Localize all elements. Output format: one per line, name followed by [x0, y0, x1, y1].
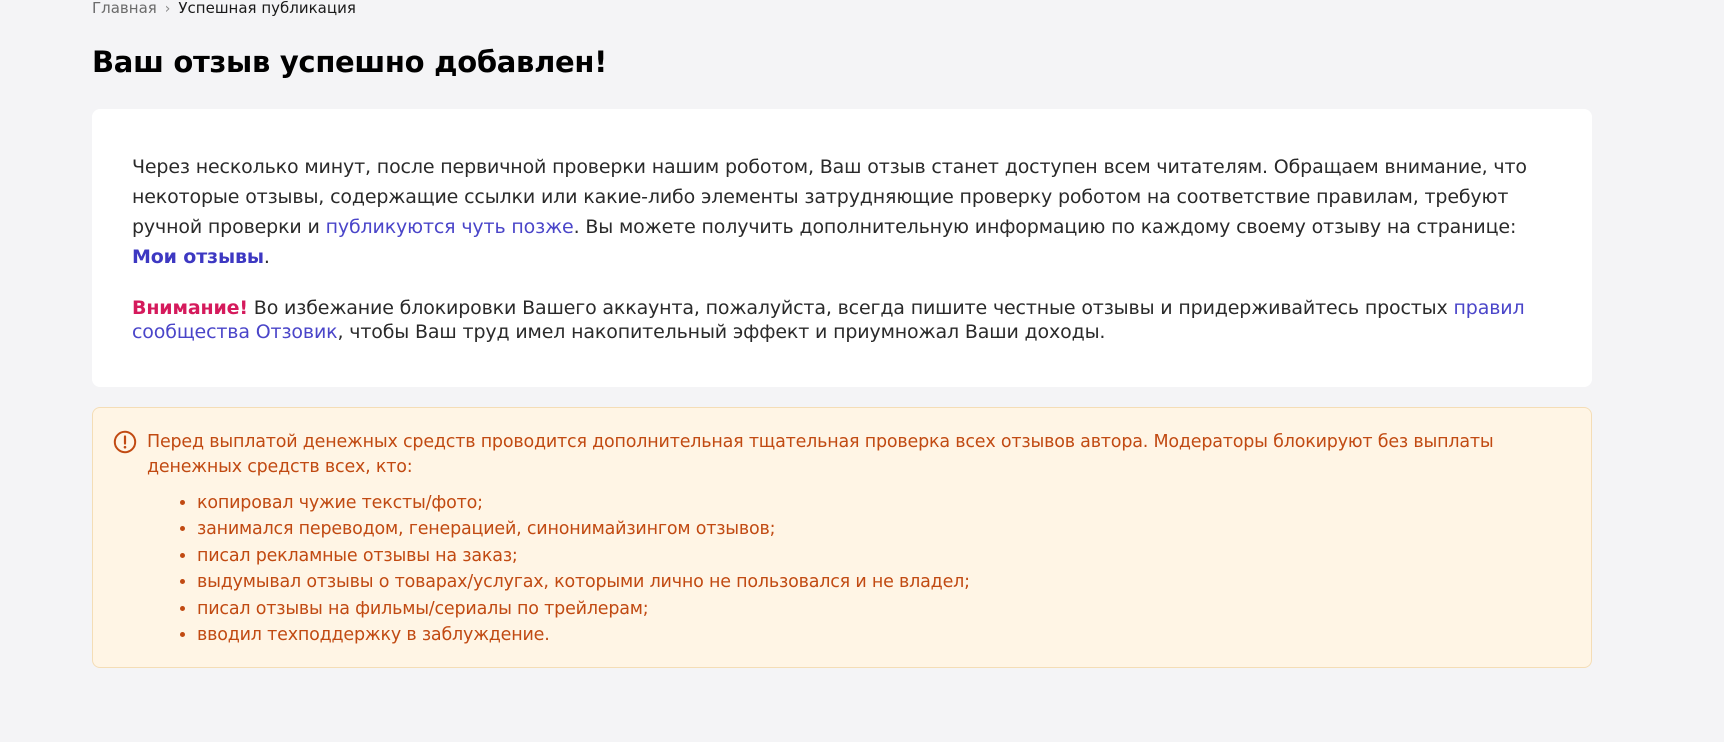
- exclamation-circle-icon: [113, 430, 137, 454]
- my-reviews-link[interactable]: Мои отзывы: [132, 246, 264, 268]
- list-item: вводил техподдержку в заблуждение.: [197, 622, 1551, 648]
- info-card: Через несколько минут, после первичной п…: [92, 109, 1592, 387]
- list-item: писал отзывы на фильмы/сериалы по трейле…: [197, 596, 1551, 622]
- warning-text: Перед выплатой денежных средств проводит…: [147, 432, 1494, 477]
- list-item: писал рекламные отзывы на заказ;: [197, 543, 1551, 569]
- attention-paragraph: Внимание! Во избежание блокировки Вашего…: [132, 296, 1552, 344]
- attention-text-start: Во избежание блокировки Вашего аккаунта,…: [247, 297, 1454, 319]
- violations-list: копировал чужие тексты/фото; занимался п…: [147, 490, 1551, 648]
- attention-text-end: , чтобы Ваш труд имел накопительный эффе…: [337, 321, 1106, 343]
- list-item: копировал чужие тексты/фото;: [197, 490, 1551, 516]
- list-item: выдумывал отзывы о товарах/услугах, кото…: [197, 569, 1551, 595]
- attention-label: Внимание!: [132, 297, 248, 319]
- published-later-link[interactable]: публикуются чуть позже: [326, 216, 574, 238]
- list-item: занимался переводом, генерацией, синоним…: [197, 516, 1551, 542]
- breadcrumb-current: Успешная публикация: [178, 0, 356, 17]
- breadcrumb-home-link[interactable]: Главная: [92, 0, 157, 17]
- info-paragraph: Через несколько минут, после первичной п…: [132, 152, 1552, 272]
- info-text-end: .: [263, 246, 270, 268]
- page-title: Ваш отзыв успешно добавлен!: [92, 45, 608, 79]
- info-text-middle: . Вы можете получить дополнительную инфо…: [573, 216, 1517, 238]
- breadcrumb: Главная › Успешная публикация: [92, 0, 356, 17]
- payout-warning-box: Перед выплатой денежных средств проводит…: [92, 407, 1592, 668]
- breadcrumb-separator: ›: [164, 1, 171, 17]
